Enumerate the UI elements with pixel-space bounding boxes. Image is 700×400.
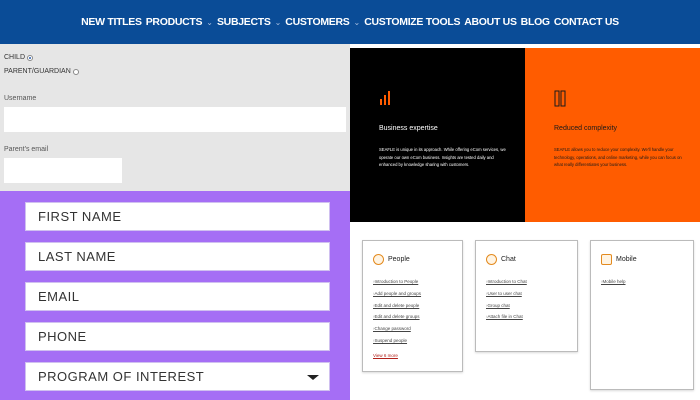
radio-parent-row[interactable]: PARENT/GUARDIAN: [4, 68, 79, 75]
card-link[interactable]: Add people and groups: [373, 288, 422, 300]
card-links: Mobile help: [601, 276, 626, 288]
card-link[interactable]: Edit and delete people: [373, 300, 421, 312]
card-links: Introduction to People Add people and gr…: [373, 276, 422, 347]
feature-panel-complexity: Reduced complexity SEAFLE allows you to …: [525, 48, 700, 222]
card-link[interactable]: Mobile help: [601, 276, 626, 288]
card-link[interactable]: Group chat: [486, 300, 527, 312]
view-more-link[interactable]: View 6 more: [373, 353, 398, 358]
mobile-icon: [601, 254, 612, 265]
feature-panel-business: Business expertise SEAFLE is unique in i…: [350, 48, 525, 222]
contact-form: FIRST NAME LAST NAME EMAIL PHONE PROGRAM…: [0, 191, 350, 400]
nav-new-titles[interactable]: NEW TITLES: [81, 16, 142, 28]
top-nav: NEW TITLES PRODUCTS ⌄ SUBJECTS ⌄ CUSTOME…: [0, 0, 700, 44]
card-link[interactable]: Change password: [373, 323, 421, 335]
feature-title: Business expertise: [379, 125, 438, 132]
card-links: Introduction to Chat User to user chat G…: [486, 276, 527, 323]
radio-child-row[interactable]: CHILD: [4, 54, 34, 61]
bar-chart-icon: [380, 91, 390, 105]
email-placeholder: EMAIL: [38, 289, 80, 304]
email-field[interactable]: EMAIL: [25, 282, 330, 311]
chevron-down-icon: ⌄: [353, 17, 361, 27]
program-select-value: PROGRAM OF INTEREST: [38, 369, 205, 384]
phone-field[interactable]: PHONE: [25, 322, 330, 351]
feature-body: SEAFLE allows you to reduce your complex…: [554, 147, 682, 167]
nav-contact-us[interactable]: CONTACT US: [554, 16, 619, 28]
first-name-placeholder: FIRST NAME: [38, 209, 122, 224]
nav-customers[interactable]: CUSTOMERS: [285, 16, 350, 28]
dropdown-caret-icon: [307, 375, 319, 380]
card-header: Mobile: [601, 254, 637, 265]
card-link[interactable]: Introduction to People: [373, 276, 421, 288]
card-link[interactable]: User to user chat: [486, 288, 527, 300]
feature-body: SEAFLE is unique in its approach. While …: [379, 147, 506, 167]
card-header: People: [373, 254, 410, 265]
radio-parent-label: PARENT/GUARDIAN: [4, 68, 71, 75]
radio-child-label: CHILD: [4, 54, 26, 61]
card-link[interactable]: Suspend people: [373, 335, 421, 347]
username-input[interactable]: [4, 107, 346, 132]
help-card-mobile: Mobile Mobile help: [590, 240, 694, 390]
username-label: Username: [4, 95, 37, 102]
card-link[interactable]: Edit and delete groups: [373, 311, 421, 323]
signup-form: CHILD PARENT/GUARDIAN Username Parent's …: [0, 44, 350, 191]
chevron-down-icon: ⌄: [206, 17, 213, 27]
nav-about-us[interactable]: ABOUT US: [464, 16, 517, 28]
help-card-chat: Chat Introduction to Chat User to user c…: [475, 240, 578, 352]
feature-title: Reduced complexity: [554, 125, 618, 132]
nav-customize-tools[interactable]: CUSTOMIZE TOOLS: [364, 16, 460, 28]
nav-products[interactable]: PRODUCTS: [146, 16, 203, 28]
people-icon: [373, 254, 384, 265]
last-name-field[interactable]: LAST NAME: [25, 242, 330, 271]
first-name-field[interactable]: FIRST NAME: [25, 202, 330, 231]
parent-email-label: Parent's email: [4, 146, 49, 153]
card-title: Mobile: [616, 256, 637, 263]
nav-blog[interactable]: BLOG: [521, 16, 550, 28]
parent-email-input[interactable]: [4, 158, 122, 183]
help-card-people: People Introduction to People Add people…: [362, 240, 463, 372]
chat-icon: [486, 254, 497, 265]
card-header: Chat: [486, 254, 516, 265]
layers-icon: [554, 90, 566, 107]
program-select[interactable]: PROGRAM OF INTEREST: [25, 362, 330, 391]
phone-placeholder: PHONE: [38, 329, 87, 344]
card-link[interactable]: Attach file in Chat: [486, 311, 527, 323]
card-link[interactable]: Introduction to Chat: [486, 276, 527, 288]
radio-child[interactable]: [27, 54, 34, 61]
last-name-placeholder: LAST NAME: [38, 249, 116, 264]
card-title: Chat: [501, 256, 516, 263]
radio-parent[interactable]: [72, 68, 79, 75]
nav-subjects[interactable]: SUBJECTS: [217, 16, 271, 28]
card-title: People: [388, 256, 410, 263]
chevron-down-icon: ⌄: [274, 17, 282, 27]
